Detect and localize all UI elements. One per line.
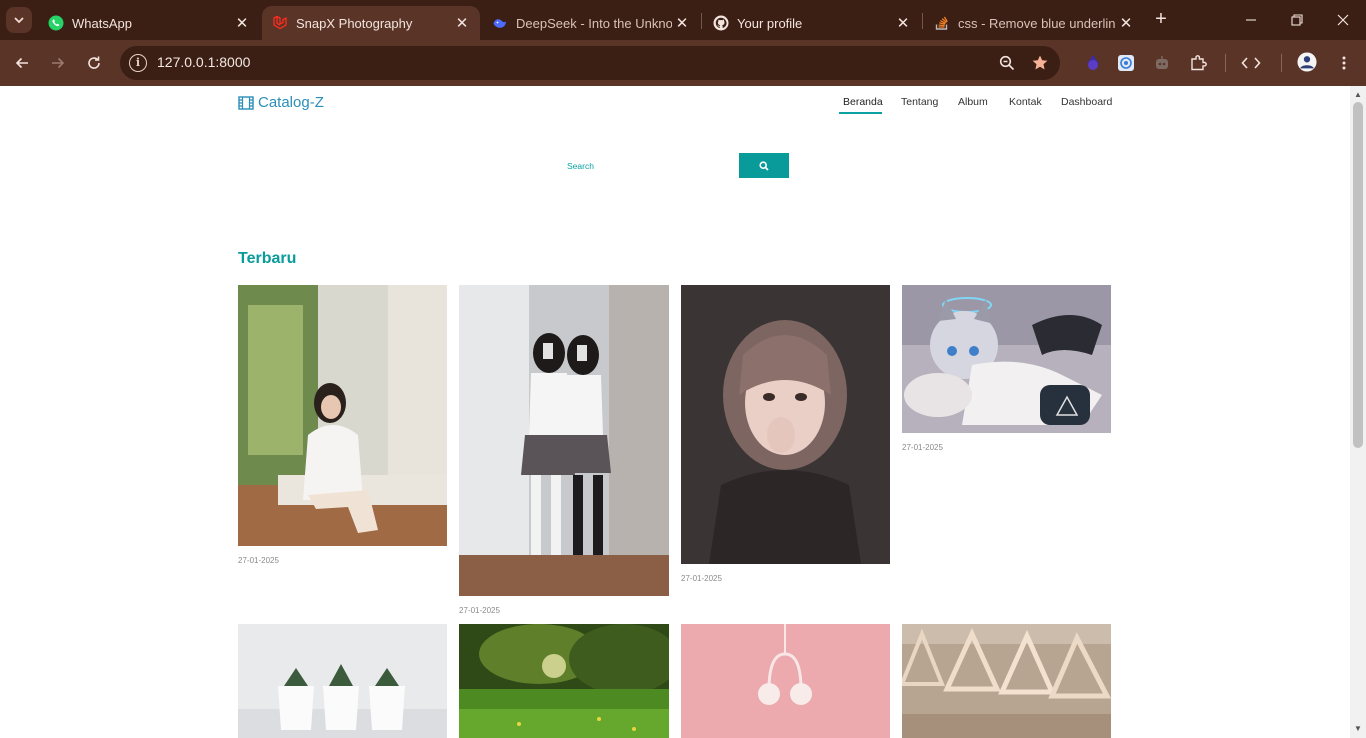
close-window-button[interactable] — [1320, 0, 1366, 40]
tab-whatsapp[interactable]: WhatsApp ✕ — [38, 6, 260, 40]
browser-toolbar: i 127.0.0.1:8000 16 — [0, 40, 1366, 117]
scrollbar-thumb[interactable] — [1353, 102, 1363, 448]
forward-button[interactable] — [46, 51, 70, 75]
minimize-button[interactable] — [1228, 0, 1274, 40]
tab-title: css - Remove blue underline — [958, 15, 1116, 31]
restore-button[interactable] — [1274, 0, 1320, 40]
deepseek-icon — [492, 15, 508, 31]
minimize-icon — [1246, 19, 1256, 21]
browser-menu-icon[interactable] — [1334, 53, 1354, 73]
new-tab-button[interactable]: + — [1150, 9, 1172, 31]
photo-date: 27-01-2025 — [459, 606, 500, 615]
code-icon[interactable] — [1241, 53, 1261, 73]
address-bar[interactable]: i 127.0.0.1:8000 — [120, 46, 1060, 80]
tab-deepseek[interactable]: DeepSeek - Into the Unknow ✕ — [482, 6, 700, 40]
reload-icon — [88, 56, 100, 69]
nav-kontak[interactable]: Kontak — [1009, 96, 1042, 108]
photo-succulent-pots[interactable] — [238, 624, 447, 738]
nav-tentang[interactable]: Tentang — [901, 96, 938, 108]
close-icon — [1337, 14, 1349, 26]
extensions-puzzle-icon[interactable] — [1188, 53, 1208, 73]
site-brand[interactable]: Catalog-Z — [238, 94, 324, 111]
chevron-down-icon — [14, 17, 24, 24]
nav-album[interactable]: Album — [958, 96, 988, 108]
restore-icon — [1291, 14, 1303, 26]
tab-title: Your profile — [737, 15, 803, 31]
tab-stackoverflow[interactable]: css - Remove blue underline ✕ — [924, 6, 1144, 40]
photo-two-girls-uniform[interactable] — [459, 285, 669, 596]
stackoverflow-icon — [934, 15, 950, 31]
reload-button[interactable] — [82, 51, 106, 75]
close-icon[interactable]: ✕ — [672, 13, 692, 33]
tab-title: WhatsApp — [72, 15, 132, 31]
profile-avatar[interactable] — [1297, 52, 1317, 72]
tab-github[interactable]: Your profile ✕ — [703, 6, 921, 40]
photo-woman-window[interactable] — [238, 285, 447, 546]
whatsapp-icon — [48, 15, 64, 31]
photo-date: 27-01-2025 — [238, 556, 279, 565]
page-viewport: Catalog-Z Beranda Tentang Album Kontak D… — [0, 86, 1350, 738]
photo-girl-portrait[interactable] — [681, 285, 890, 564]
photo-date: 27-01-2025 — [902, 443, 943, 452]
search-form — [561, 153, 739, 178]
close-icon[interactable]: ✕ — [452, 13, 472, 33]
extension-shield-icon[interactable] — [1116, 53, 1136, 73]
film-icon — [238, 95, 254, 110]
photo-clothes-hangers[interactable] — [902, 624, 1111, 738]
back-button[interactable] — [10, 51, 34, 75]
scroll-up-icon[interactable]: ▲ — [1350, 88, 1366, 102]
nav-beranda[interactable]: Beranda — [843, 96, 883, 108]
brand-name: Catalog-Z — [258, 94, 324, 111]
github-icon — [713, 15, 729, 31]
photo-anime-catgirl[interactable] — [902, 285, 1111, 433]
active-nav-underline — [839, 112, 882, 114]
photo-pink-headphones[interactable] — [681, 624, 890, 738]
photo-date: 27-01-2025 — [681, 574, 722, 583]
tab-search-button[interactable] — [6, 7, 32, 33]
close-icon[interactable]: ✕ — [1116, 13, 1136, 33]
scroll-down-icon[interactable]: ▼ — [1350, 722, 1366, 736]
close-icon[interactable]: ✕ — [893, 13, 913, 33]
tab-title: SnapX Photography — [296, 15, 413, 31]
zoom-icon[interactable] — [997, 53, 1017, 73]
arrow-left-icon — [15, 57, 28, 69]
bookmark-star-icon[interactable] — [1030, 53, 1050, 73]
extension-icon[interactable] — [1083, 52, 1103, 72]
nav-dashboard[interactable]: Dashboard — [1061, 96, 1112, 108]
page-scrollbar[interactable]: ▲ ▼ — [1350, 86, 1366, 738]
search-icon — [759, 160, 769, 171]
browser-tab-bar: WhatsApp ✕ SnapX Photography ✕ DeepSeek … — [0, 0, 1366, 40]
url-text[interactable]: 127.0.0.1:8000 — [157, 54, 250, 70]
section-title: Terbaru — [238, 250, 297, 267]
tab-snapx[interactable]: SnapX Photography ✕ — [262, 6, 480, 40]
extension-robot-icon[interactable] — [1152, 53, 1172, 73]
search-button[interactable] — [739, 153, 789, 178]
close-icon[interactable]: ✕ — [232, 13, 252, 33]
photo-green-forest[interactable] — [459, 624, 669, 738]
tab-title: DeepSeek - Into the Unknow — [516, 15, 672, 31]
arrow-right-icon — [52, 57, 65, 69]
laravel-icon — [272, 15, 288, 31]
site-info-icon[interactable]: i — [129, 54, 147, 72]
search-input[interactable] — [561, 153, 739, 178]
